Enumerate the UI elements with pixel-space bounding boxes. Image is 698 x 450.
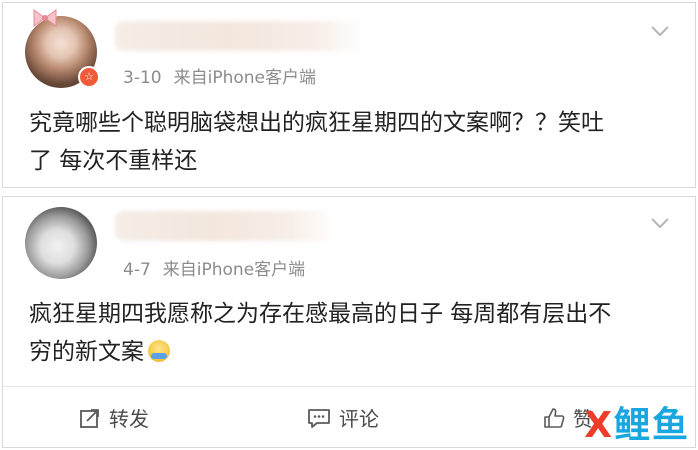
watermark-text: 鲤鱼 bbox=[613, 405, 690, 446]
chevron-down-icon[interactable] bbox=[651, 217, 669, 229]
post-source: 来自iPhone客户端 bbox=[173, 68, 316, 88]
watermark-logo: X 鲤鱼 bbox=[584, 406, 690, 446]
comment-button[interactable]: 评论 bbox=[307, 403, 379, 432]
avatar[interactable] bbox=[25, 207, 97, 279]
repost-button[interactable]: 转发 bbox=[79, 403, 149, 432]
repost-icon bbox=[80, 408, 99, 428]
post-date: 3-10 bbox=[123, 68, 162, 88]
chevron-down-icon[interactable] bbox=[651, 25, 669, 37]
comment-label: 评论 bbox=[339, 407, 379, 431]
post-source: 来自iPhone客户端 bbox=[162, 260, 306, 280]
post-date: 4-7 bbox=[123, 260, 151, 280]
post-content: 疯狂星期四我愿称之为存在感最高的日子 每周都有层出不穷的新文案 bbox=[29, 295, 625, 371]
thumbs-up-icon bbox=[544, 407, 565, 428]
watermark-mark: X bbox=[584, 405, 612, 446]
verified-badge-icon: ☆ bbox=[78, 66, 100, 88]
post-content: 究竟哪些个聪明脑袋想出的疯狂星期四的文案啊？？笑吐了 每次不重样还 bbox=[29, 110, 604, 174]
post-card: ☆ 3-10 来自iPhone客户端 究竟哪些个聪明脑袋想出的疯狂星期四的文案啊？… bbox=[2, 2, 696, 188]
username-blurred[interactable] bbox=[115, 21, 365, 51]
smiling-emoji-icon bbox=[148, 340, 170, 362]
bow-decoration-icon bbox=[33, 9, 57, 27]
post-meta: 3-10 来自iPhone客户端 bbox=[123, 63, 316, 88]
repost-label: 转发 bbox=[109, 407, 149, 431]
username-blurred[interactable] bbox=[115, 211, 335, 241]
post-content-text: 疯狂星期四我愿称之为存在感最高的日子 每周都有层出不穷的新文案 bbox=[29, 301, 612, 365]
comment-icon bbox=[308, 408, 330, 428]
post-meta: 4-7 来自iPhone客户端 bbox=[123, 255, 305, 280]
